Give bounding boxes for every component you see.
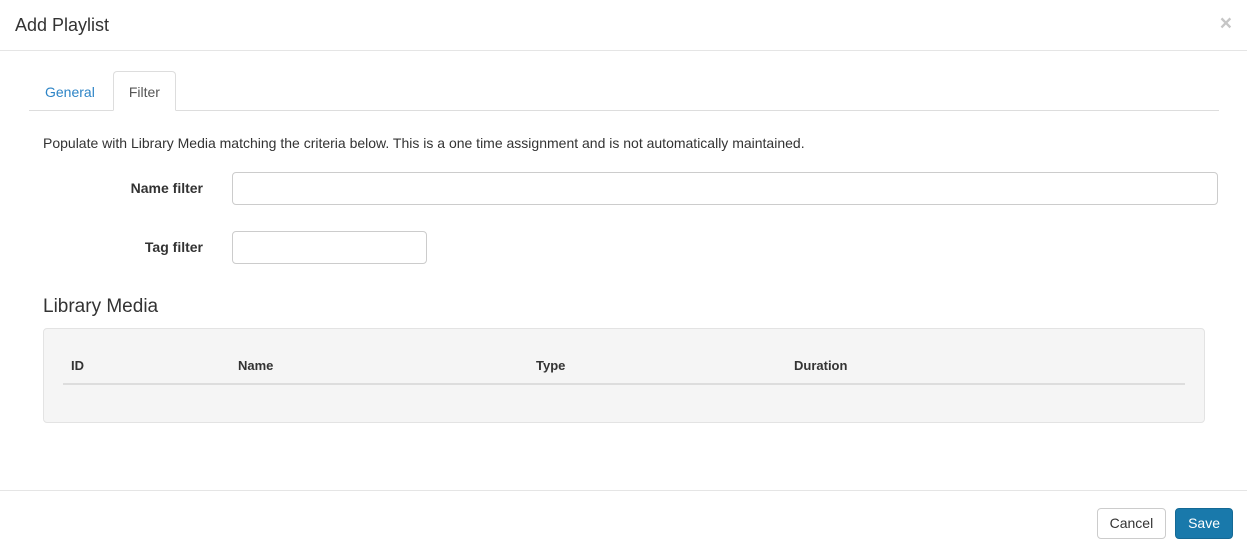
tag-filter-label: Tag filter <box>144 239 203 255</box>
column-header-id: ID <box>63 348 230 385</box>
tab-general[interactable]: General <box>29 71 111 111</box>
column-header-duration: Duration <box>786 348 1185 385</box>
name-filter-group: Name filter <box>43 172 1218 205</box>
name-filter-label: Name filter <box>130 180 203 196</box>
cancel-button[interactable]: Cancel <box>1096 508 1167 539</box>
name-filter-input[interactable] <box>232 172 1218 205</box>
filter-tab-panel: Populate with Library Media matching the… <box>29 111 1219 423</box>
library-media-panel: ID Name Type Duration <box>43 328 1205 423</box>
filter-description: Populate with Library Media matching the… <box>43 135 805 151</box>
tab-bar: General Filter <box>29 71 1219 111</box>
tag-filter-input[interactable] <box>232 231 427 264</box>
column-header-type: Type <box>528 348 786 385</box>
library-media-table: ID Name Type Duration <box>63 348 1185 385</box>
column-header-name: Name <box>230 348 528 385</box>
modal-body: General Filter Populate with Library Med… <box>0 51 1247 423</box>
library-media-heading: Library Media <box>43 296 159 317</box>
close-icon[interactable]: × <box>1220 13 1232 34</box>
tab-filter[interactable]: Filter <box>112 71 176 111</box>
modal-footer: Cancel Save <box>0 490 1247 550</box>
tag-filter-group: Tag filter <box>43 231 1205 264</box>
save-button[interactable]: Save <box>1175 508 1233 539</box>
modal-title: Add Playlist <box>15 15 110 35</box>
modal-header: Add Playlist × <box>0 0 1247 51</box>
